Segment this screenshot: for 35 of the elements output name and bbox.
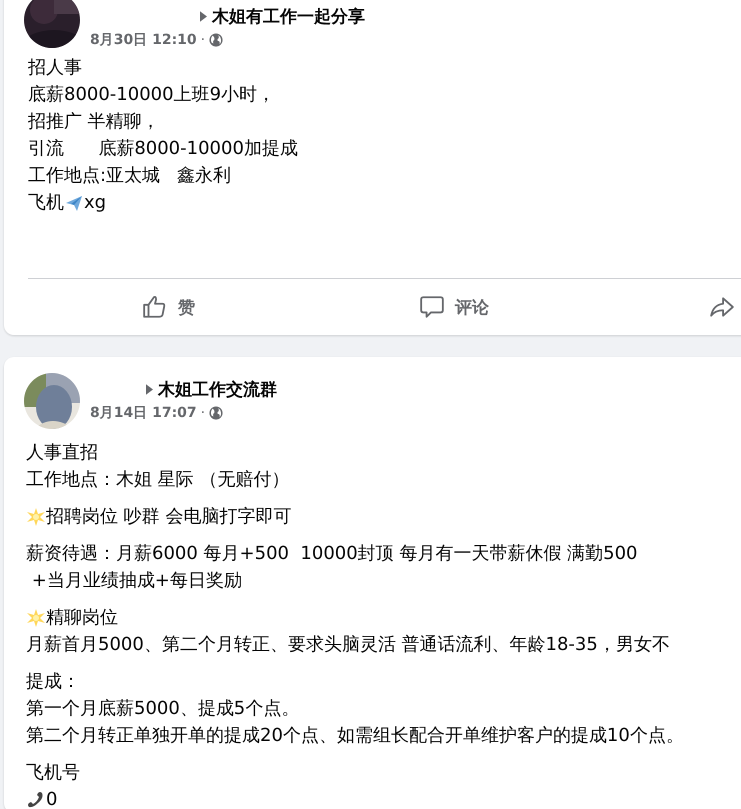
post-text: xg (84, 191, 106, 215)
group-name[interactable]: 木姐工作交流群 (158, 378, 277, 400)
post-text: 引流 底薪8000-10000加提成 (28, 137, 299, 161)
post-text: +当月业绩抽成+每日奖励 (30, 569, 243, 593)
post-text: 飞机号 (26, 761, 81, 785)
separator-dot: · (200, 32, 206, 48)
post-text: 第一个月底薪5000、提成5个点。 (26, 697, 300, 721)
post-text: 招聘岗位 吵群 会电脑打字即可 (46, 505, 292, 529)
like-button[interactable]: 赞 (134, 290, 203, 324)
star-icon (26, 506, 46, 526)
speech-bubble-icon (419, 294, 445, 320)
post-text: 提成： (26, 670, 81, 694)
post-text: 招推广 半精聊， (28, 110, 161, 134)
group-name[interactable]: 木姐有工作一起分享 (212, 4, 365, 28)
post-text: 薪资待遇：月薪6000 每月+500 10000封顶 每月有一天带薪休假 满勤500 (26, 542, 638, 566)
post-time[interactable]: 8月14日 17:07 (90, 404, 197, 422)
post-text: 招人事 (28, 56, 83, 80)
globe-icon (209, 406, 224, 420)
comment-button[interactable]: 评论 (411, 290, 497, 324)
post-text: 第二个月转正单独开单的提成20个点、如需组长配合开单维护客户的提成10个点。 (26, 724, 685, 748)
separator-dot: · (200, 405, 206, 421)
post-text: 工作地点:亚太城 鑫永利 (28, 164, 232, 188)
post-text: 工作地点：木姐 星际 （无赔付） (26, 468, 290, 492)
post-text: 精聊岗位 (46, 606, 118, 630)
post-text: 人事直招 (26, 441, 99, 465)
post-text: 底薪8000-10000上班9小时， (28, 83, 276, 107)
post-text: 月薪首月5000、第二个月转正、要求头脑灵活 普通话流利、年龄18-35，男女不 (26, 633, 671, 657)
thumbs-up-icon (142, 294, 168, 320)
post-text: 0 (46, 788, 58, 809)
globe-icon (209, 33, 224, 47)
triangle-icon (200, 10, 207, 22)
post-time[interactable]: 8月30日 12:10 (90, 31, 197, 49)
star-icon (26, 608, 46, 628)
triangle-icon (146, 384, 153, 394)
post-text: 飞机 (28, 191, 64, 215)
